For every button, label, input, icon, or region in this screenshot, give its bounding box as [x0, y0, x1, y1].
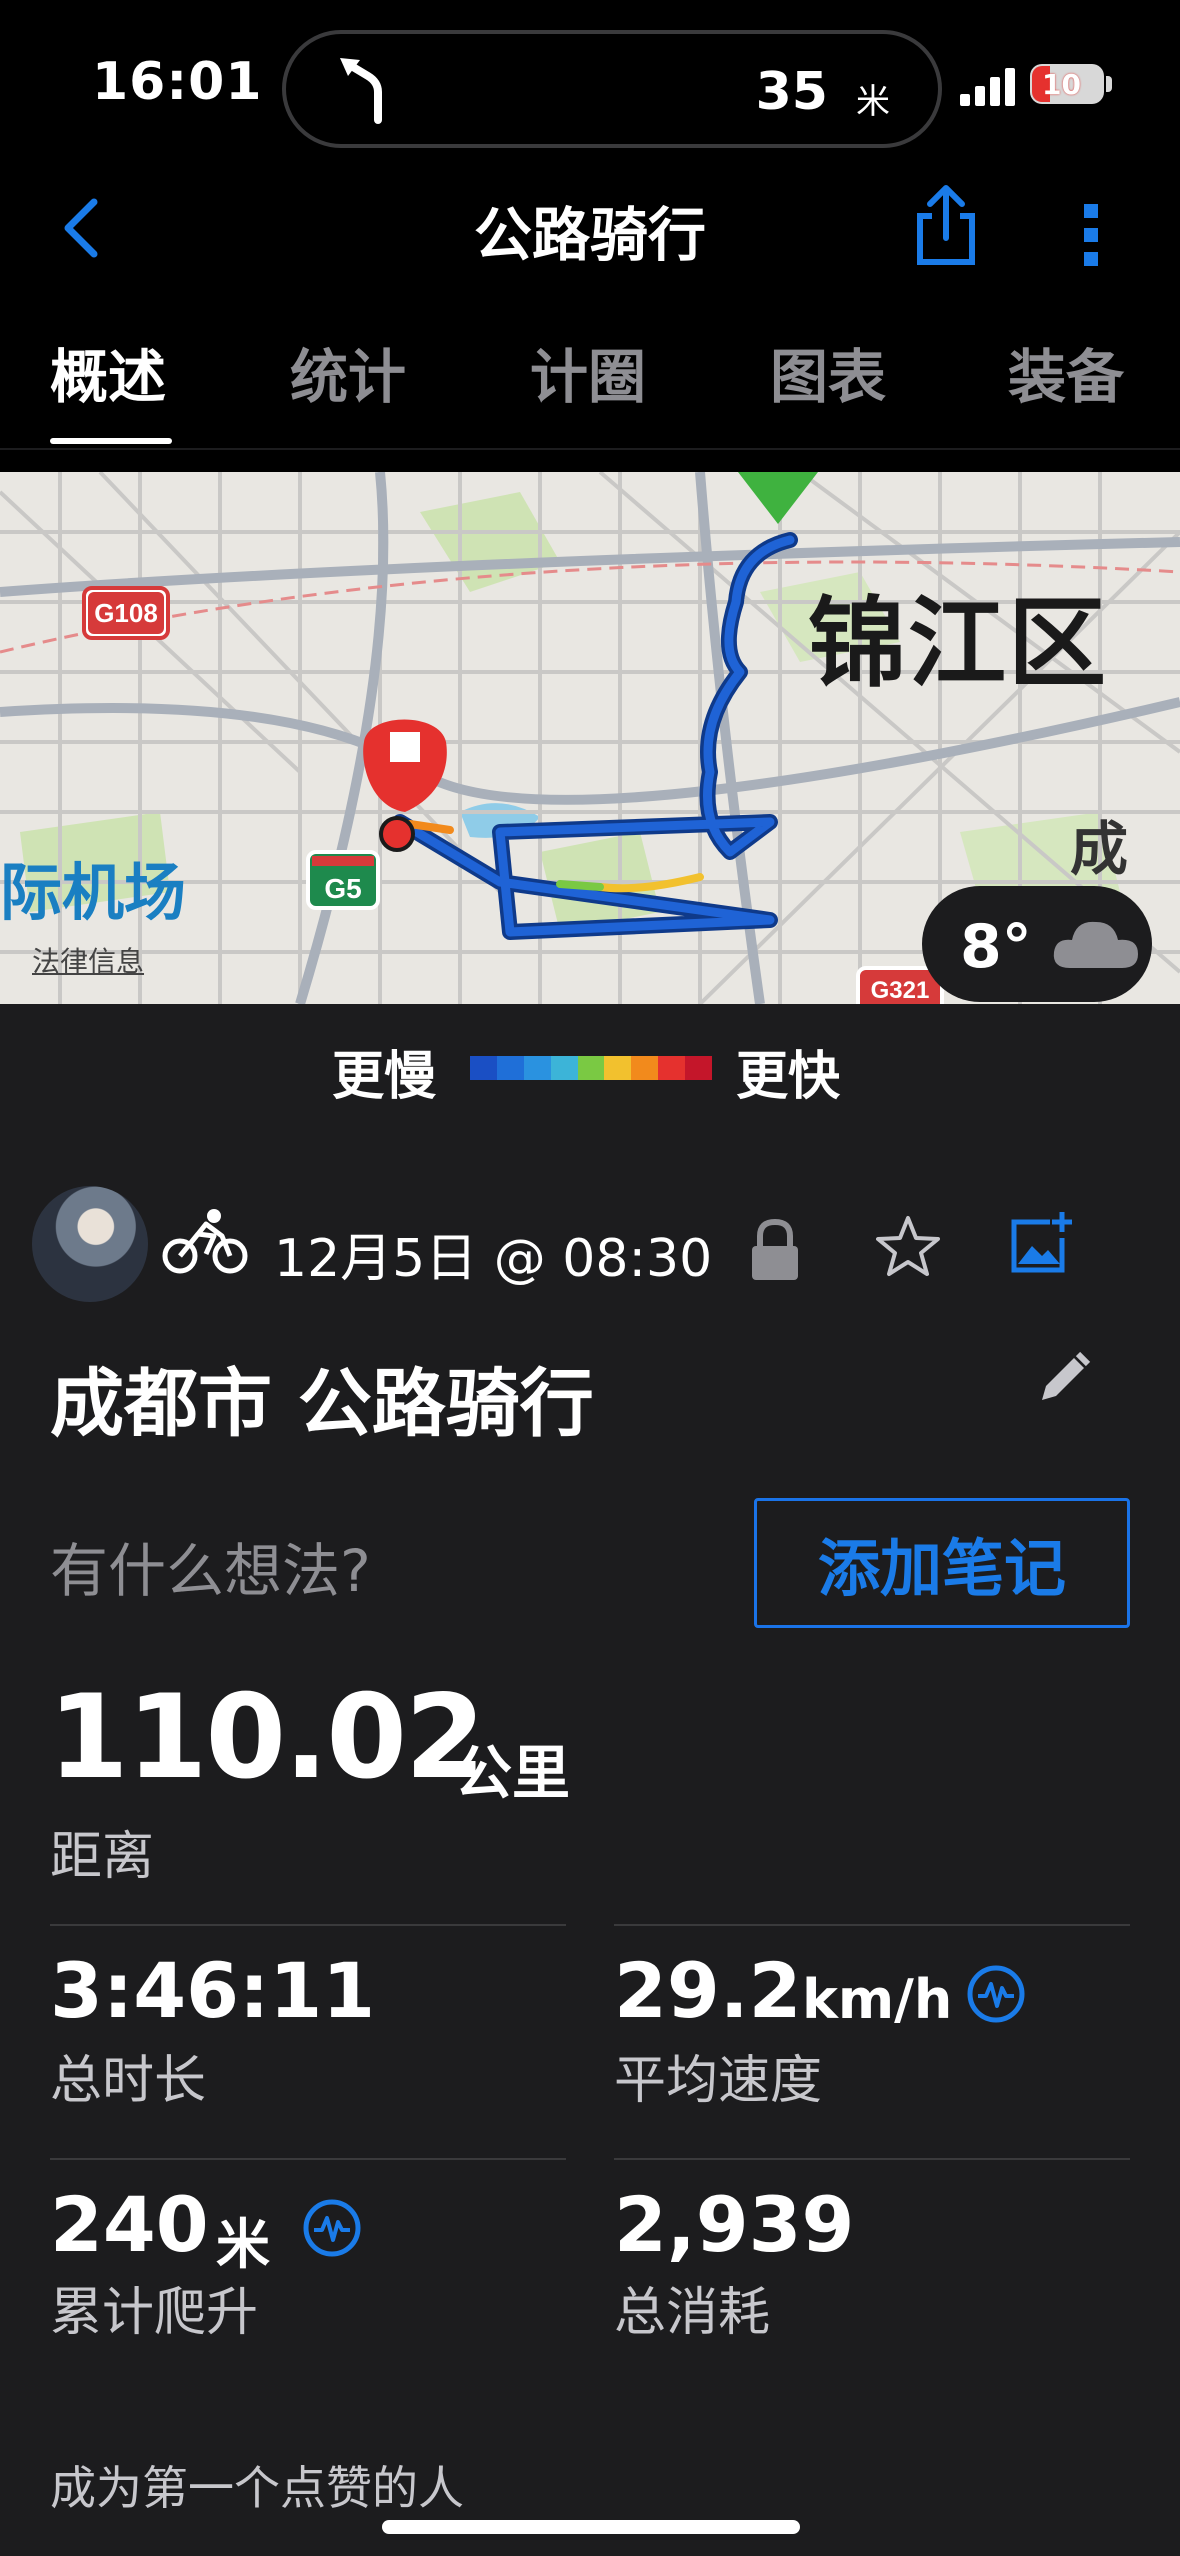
avg-speed-label: 平均速度	[614, 2051, 823, 2111]
speed-legend: 更慢 更快	[0, 1004, 1180, 1124]
speed-gradient-bar	[470, 1056, 713, 1080]
distance-unit: 公里	[454, 1739, 571, 1807]
svg-text:G321: G321	[871, 977, 930, 1004]
route-map[interactable]: G108 G5 G321 锦江区 成都 际机场 法律信息 8°	[0, 472, 1180, 1004]
calories-label: 总消耗	[614, 2283, 771, 2343]
add-note-button[interactable]: 添加笔记	[754, 1498, 1130, 1628]
speed-legend-segment	[550, 1056, 578, 1080]
legal-info-link[interactable]: 法律信息	[32, 940, 144, 980]
tab-gear[interactable]: 装备	[1008, 330, 1124, 414]
speed-legend-segment	[470, 1056, 497, 1080]
avatar[interactable]	[32, 1186, 148, 1302]
svg-text:G5: G5	[324, 873, 361, 904]
total-time-value: 3:46:11	[50, 1946, 376, 2035]
activity-date: 12月5日 @ 08:30	[274, 1229, 713, 1289]
navigation-bar: 公路骑行	[0, 170, 1180, 290]
more-vertical-icon[interactable]	[1080, 200, 1104, 270]
tab-laps[interactable]: 计圈	[530, 330, 646, 414]
divider	[50, 1924, 566, 1926]
nav-distance: 35	[755, 62, 828, 122]
thought-prompt[interactable]: 有什么想法?	[50, 1524, 371, 1608]
speed-legend-segment	[523, 1056, 551, 1080]
pencil-icon[interactable]	[1036, 1350, 1092, 1406]
cloud-icon	[1053, 921, 1138, 968]
distance-label: 距离	[50, 1827, 155, 1887]
home-indicator[interactable]	[382, 2520, 800, 2534]
dynamic-island-navigation[interactable]: 35 米	[282, 30, 942, 148]
turn-left-icon	[340, 58, 382, 124]
avg-speed-value: 29.2	[614, 1946, 802, 2035]
legend-fast-label: 更快	[736, 1047, 841, 1107]
speed-legend-segment	[604, 1056, 632, 1080]
pulse-icon[interactable]	[302, 2198, 362, 2258]
divider	[614, 2158, 1130, 2160]
add-photo-icon[interactable]	[1008, 1210, 1074, 1276]
battery-icon: 10	[1030, 64, 1104, 104]
airport-label: 际机场	[0, 856, 187, 929]
battery-level: 10	[1042, 68, 1081, 101]
road-shield-g5: G5	[306, 850, 380, 910]
signal-icon	[960, 68, 1015, 106]
lock-icon[interactable]	[748, 1218, 802, 1282]
speed-legend-segment	[496, 1056, 524, 1080]
district-label: 锦江区	[808, 587, 1109, 701]
cycling-icon	[162, 1209, 248, 1274]
legend-slow-label: 更慢	[332, 1047, 437, 1107]
status-bar: 16:01 35 米 10	[0, 0, 1180, 170]
distance-value: 110.02	[48, 1670, 486, 1805]
tab-charts[interactable]: 图表	[770, 330, 886, 414]
weather-temperature: 8°	[960, 912, 1032, 982]
speed-legend-segment	[658, 1056, 686, 1080]
speed-legend-segment	[631, 1056, 659, 1080]
elevation-gain-value: 240	[50, 2180, 209, 2269]
divider	[614, 1924, 1130, 1926]
page-title: 公路骑行	[473, 201, 706, 269]
avg-speed-unit: km/h	[802, 1968, 953, 2031]
speed-legend-segment	[577, 1056, 605, 1080]
star-icon[interactable]	[876, 1214, 940, 1278]
likes-prompt[interactable]: 成为第一个点赞的人	[50, 2452, 464, 2518]
divider	[50, 2158, 566, 2160]
pulse-icon[interactable]	[966, 1964, 1026, 2024]
calories-value: 2,939	[614, 2180, 855, 2269]
share-icon[interactable]	[910, 182, 982, 270]
nav-distance-unit: 米	[856, 82, 890, 122]
weather-badge: 8°	[922, 886, 1152, 1002]
status-time: 16:01	[92, 52, 263, 112]
speed-legend-segment	[685, 1056, 713, 1080]
road-shield-g108: G108	[82, 586, 170, 640]
total-time-label: 总时长	[50, 2051, 207, 2111]
activity-title: 成都市 公路骑行	[50, 1361, 594, 1447]
tab-active-indicator	[50, 438, 172, 444]
tab-stats[interactable]: 统计	[290, 330, 406, 414]
tab-bar: 概述 统计 计圈 图表 装备	[0, 290, 1180, 450]
elevation-gain-unit: 米	[216, 2213, 270, 2276]
elevation-gain-label: 累计爬升	[50, 2283, 259, 2343]
svg-text:G108: G108	[94, 598, 158, 628]
activity-summary: 12月5日 @ 08:30 成都市 公路骑行 有什么想法? 添加笔记 110.0…	[0, 1124, 1180, 2556]
tab-overview[interactable]: 概述	[50, 330, 166, 414]
